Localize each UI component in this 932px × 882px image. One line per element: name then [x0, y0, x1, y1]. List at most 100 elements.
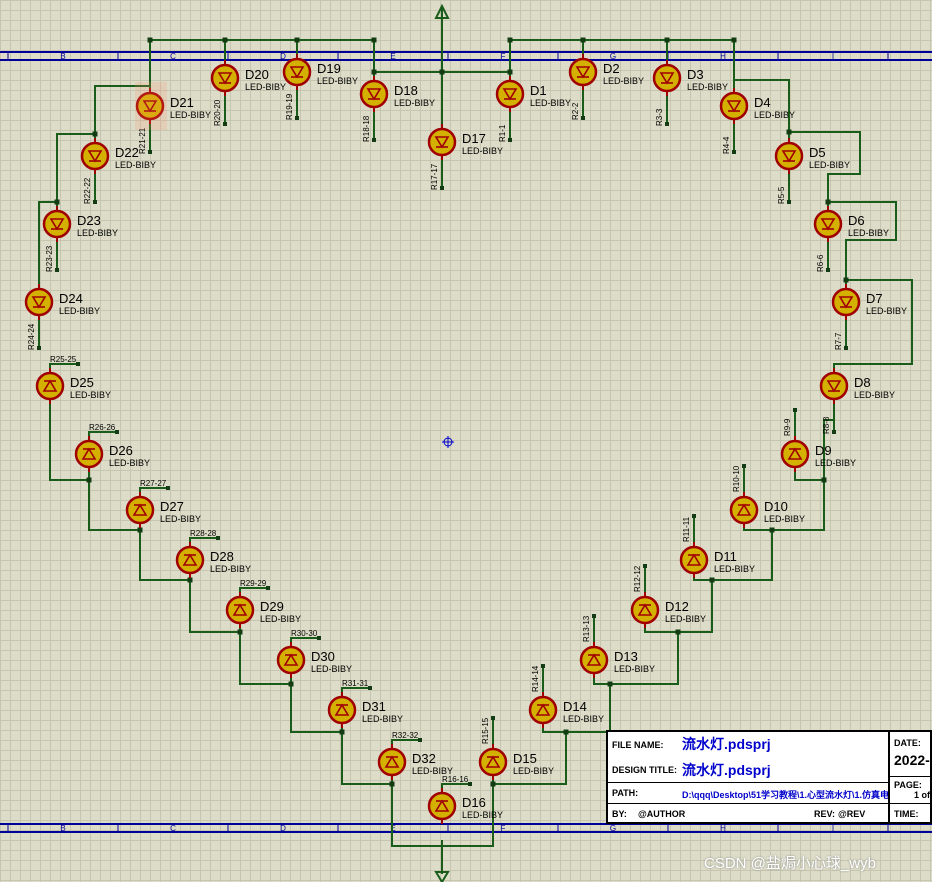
resistor-pin [295, 116, 299, 120]
path-label: PATH: [612, 788, 639, 798]
resistor-label: R31-31 [342, 679, 369, 688]
resistor-pin [37, 346, 41, 350]
led-model-label: LED-BIBY [665, 614, 706, 624]
led-ref-label: D3 [687, 67, 704, 82]
resistor-pin [787, 200, 791, 204]
led-ref-label: D24 [59, 291, 83, 306]
led-body [210, 63, 240, 93]
resistor-label: R27-27 [140, 479, 167, 488]
led-ref-label: D20 [245, 67, 269, 82]
led-model-label: LED-BIBY [687, 82, 728, 92]
led-ref-label: D25 [70, 375, 94, 390]
junction-dot [507, 37, 513, 43]
resistor-label: R16-16 [442, 775, 469, 784]
led-model-label: LED-BIBY [815, 458, 856, 468]
resistor-label: R3-3 [655, 108, 664, 126]
led-body [42, 209, 72, 239]
resistor-pin [665, 122, 669, 126]
led-d7: D7LED-BIBY R7-7 [831, 284, 907, 350]
junction-dot [709, 577, 715, 583]
led-d29: D29LED-BIBY R29-29 [225, 579, 301, 628]
led-model-label: LED-BIBY [77, 228, 118, 238]
led-body [679, 545, 709, 575]
resistor-pin [844, 346, 848, 350]
grid-letter-top: B [60, 52, 65, 61]
led-body [729, 495, 759, 525]
led-model-label: LED-BIBY [603, 76, 644, 86]
resistor-label: R17-17 [430, 163, 439, 190]
led-d5: D5LED-BIBY R5-5 [774, 138, 850, 204]
resistor-lead [239, 587, 268, 592]
junction-dot [439, 69, 445, 75]
page-value: 1 of [914, 790, 931, 800]
led-d10: D10LED-BIBY R10-10 [729, 464, 805, 528]
led-body [35, 371, 65, 401]
led-body [652, 63, 682, 93]
led-d32: D32LED-BIBY R32-32 [377, 731, 453, 780]
resistor-pin [76, 362, 80, 366]
resistor-pin [826, 268, 830, 272]
resistor-label: R24-24 [27, 323, 36, 350]
grid-letter-top: F [501, 52, 506, 61]
led-ref-label: D32 [412, 751, 436, 766]
resistor-lead [441, 783, 470, 788]
led-ref-label: D11 [714, 549, 737, 564]
led-ref-label: D29 [260, 599, 284, 614]
junction-dot [731, 37, 737, 43]
grid-letter-top: G [610, 52, 616, 61]
led-model-label: LED-BIBY [210, 564, 251, 574]
junction-dot [92, 131, 98, 137]
title-block: FILE NAME: 流水灯.pdsprj DESIGN TITLE: 流水灯.… [606, 730, 932, 824]
watermark: CSDN @盐焗小心球_wyb [704, 855, 876, 872]
resistor-pin [541, 664, 545, 668]
resistor-lead [139, 487, 168, 492]
led-ref-label: D30 [311, 649, 335, 664]
led-model-label: LED-BIBY [854, 390, 895, 400]
led-model-label: LED-BIBY [530, 98, 571, 108]
led-ref-label: D2 [603, 61, 620, 76]
grid-letter-bottom: C [170, 824, 176, 833]
resistor-label: R32-32 [392, 731, 419, 740]
led-body [377, 747, 407, 777]
resistor-lead [391, 739, 420, 744]
junction-dot [825, 199, 831, 205]
junction-dot [86, 477, 92, 483]
junction-dot [339, 729, 345, 735]
led-d19: D19LED-BIBY R19-19 [282, 54, 358, 120]
resistor-pin [491, 716, 495, 720]
resistor-label: R23-23 [45, 245, 54, 272]
grid-letter-bottom: B [60, 824, 65, 833]
resistor-label: R15-15 [481, 717, 490, 744]
junction-dot [607, 681, 613, 687]
led-model-label: LED-BIBY [317, 76, 358, 86]
led-body [24, 287, 54, 317]
junction-dot [389, 781, 395, 787]
led-body [495, 79, 525, 109]
resistor-lead [49, 363, 78, 368]
junction-dot [288, 681, 294, 687]
resistor-label: R21-21 [138, 127, 147, 154]
led-ref-label: D16 [462, 795, 486, 810]
resistor-pin [692, 514, 696, 518]
led-d3: D3LED-BIBY R3-3 [652, 60, 728, 126]
resistor-pin [832, 430, 836, 434]
led-body [478, 747, 508, 777]
junction-dot [490, 781, 496, 787]
resistor-pin [317, 636, 321, 640]
file-name-value: 流水灯.pdsprj [682, 736, 771, 752]
led-model-label: LED-BIBY [394, 98, 435, 108]
resistor-pin [148, 150, 152, 154]
led-ref-label: D18 [394, 83, 418, 98]
date-value: 2022- [894, 752, 930, 768]
junction-dot [371, 69, 377, 75]
led-body [80, 141, 110, 171]
junction-dot [237, 629, 243, 635]
led-ref-label: D4 [754, 95, 771, 110]
rev-label: REV: [814, 809, 836, 819]
led-model-label: LED-BIBY [109, 458, 150, 468]
junction-dot [507, 69, 513, 75]
led-body [774, 141, 804, 171]
led-ref-label: D17 [462, 131, 486, 146]
led-d28: D28LED-BIBY R28-28 [175, 529, 251, 578]
led-d31: D31LED-BIBY R31-31 [327, 679, 403, 728]
